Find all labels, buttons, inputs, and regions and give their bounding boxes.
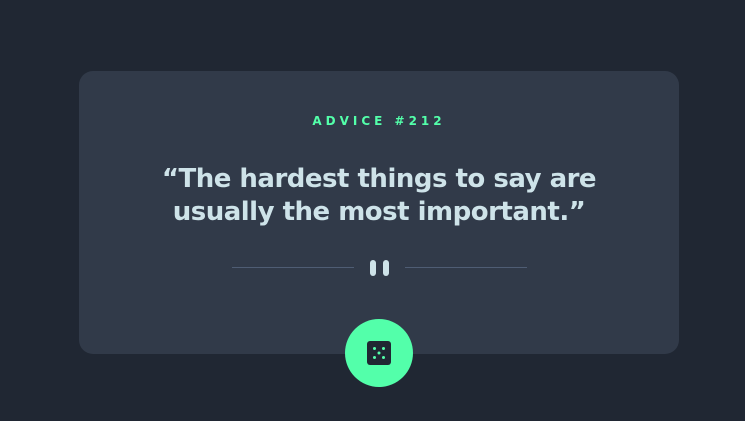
pause-icon xyxy=(369,260,391,276)
divider-right xyxy=(405,267,527,268)
advice-quote: “The hardest things to say are usually t… xyxy=(161,164,597,227)
advice-number: ADVICE #212 xyxy=(312,114,446,128)
dice-icon xyxy=(367,341,391,365)
advice-card: ADVICE #212 “The hardest things to say a… xyxy=(79,71,679,354)
generate-advice-button[interactable] xyxy=(345,319,413,387)
divider-left xyxy=(232,267,354,268)
